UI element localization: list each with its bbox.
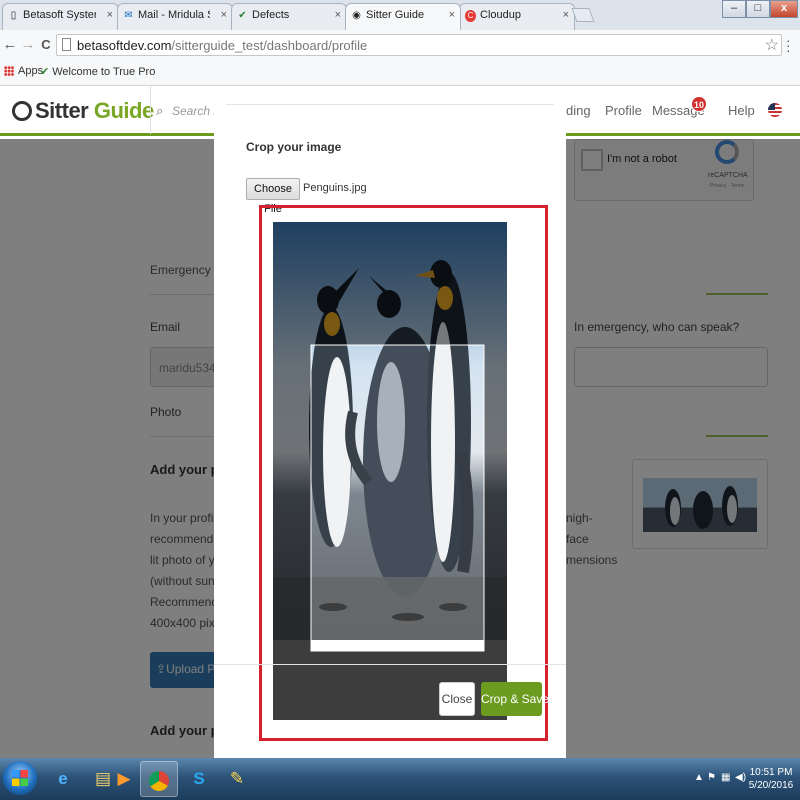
tab-label: Sitter Guide	[366, 9, 425, 21]
tab-close-icon[interactable]: ×	[449, 9, 455, 21]
cloudup-icon: C	[465, 10, 476, 22]
windows-logo-icon	[12, 770, 28, 786]
modal-footer-divider	[214, 664, 566, 665]
bookmarks-bar: Apps ✔ Welcome to True Pro	[0, 60, 800, 86]
checkmark-icon: ✔	[238, 10, 247, 21]
bookmark-apps[interactable]: Apps	[4, 65, 43, 77]
site-logo[interactable]: Sitter Guide	[12, 98, 154, 124]
logo-icon	[12, 101, 32, 121]
bookmark-label: Welcome to True Pro	[52, 66, 156, 78]
tab-close-icon[interactable]: ×	[335, 9, 341, 21]
nav-item-help[interactable]: Help	[728, 103, 755, 118]
clock-date: 5/20/2016	[748, 780, 794, 791]
minimize-button[interactable]: –	[722, 0, 746, 18]
new-tab-button[interactable]	[571, 8, 595, 22]
tab-label: Betasoft Systems - HRMS	[23, 9, 96, 21]
apps-grid-icon	[4, 66, 14, 77]
url-path: /sitterguide_test/dashboard/profile	[171, 38, 368, 53]
chrome-icon[interactable]	[140, 761, 178, 797]
crop-selection-box[interactable]	[310, 344, 485, 652]
start-button[interactable]	[3, 761, 37, 795]
url-text: betasoftdev.com/sitterguide_test/dashboa…	[77, 38, 367, 53]
chrome-menu-icon[interactable]: · · ·	[786, 33, 796, 57]
crop-title: Crop your image	[246, 140, 342, 154]
paint-icon[interactable]: ✎	[218, 761, 256, 797]
url-host: betasoftdev.com	[77, 38, 172, 53]
windows-taskbar: e ▤ ▶ S ✎ ▲ ⚑ ▦ ◀) 10:51 PM 5/20/2016	[0, 758, 800, 800]
crop-selection-edge[interactable]	[311, 640, 484, 651]
selected-file-name: Penguins.jpg	[303, 182, 367, 194]
header-divider	[150, 86, 151, 134]
us-flag-icon[interactable]	[768, 103, 782, 117]
crop-image-modal: Crop your image Choose File Penguins.jpg	[214, 86, 566, 758]
page-icon	[62, 38, 71, 51]
sitterguide-icon: ◉	[352, 10, 361, 21]
network-icon[interactable]: ▦	[721, 772, 730, 783]
forward-button[interactable]: →	[20, 36, 36, 54]
back-button[interactable]: ←	[2, 36, 18, 54]
flag-tray-icon[interactable]: ⚑	[707, 772, 716, 783]
bookmark-star-icon[interactable]: ☆	[765, 35, 779, 55]
taskbar-clock[interactable]: 10:51 PM 5/20/2016	[748, 766, 794, 792]
nav-item-profile[interactable]: Profile	[605, 103, 642, 118]
clock-time: 10:51 PM	[749, 767, 793, 778]
logo-text-guide: Guide	[93, 98, 154, 123]
skype-icon[interactable]: S	[180, 761, 218, 797]
screen: ▯ Betasoft Systems - HRMS × ✉ Mail - Mri…	[0, 0, 800, 800]
media-player-icon[interactable]: ▶	[105, 761, 143, 797]
choose-file-button[interactable]: Choose File	[246, 178, 300, 215]
close-window-button[interactable]: x	[770, 0, 798, 18]
internet-explorer-icon[interactable]: e	[44, 761, 82, 797]
tab-close-icon[interactable]: ×	[563, 9, 569, 21]
maximize-button[interactable]: □	[746, 0, 770, 18]
document-icon: ▯	[10, 10, 17, 21]
close-button[interactable]: Close	[439, 682, 475, 716]
crop-and-save-button[interactable]: Crop & Save	[481, 682, 549, 716]
nav-item-bookings[interactable]: ding	[566, 103, 591, 118]
browser-toolbar: ← → C betasoftdev.com/sitterguide_test/d…	[0, 30, 800, 60]
message-count-badge: 10	[691, 96, 707, 112]
tab-close-icon[interactable]: ×	[221, 9, 227, 21]
search-icon: ⌕	[156, 103, 164, 118]
reload-button[interactable]: C	[38, 36, 54, 54]
outlook-mail-icon: ✉	[124, 10, 133, 21]
tab-mail[interactable]: ✉ Mail - Mridula Sharma - C ×	[117, 3, 233, 30]
tab-label: Cloudup	[480, 9, 521, 21]
tab-betasoft-hrms[interactable]: ▯ Betasoft Systems - HRMS ×	[2, 3, 119, 30]
tab-defects[interactable]: ✔ Defects ×	[231, 3, 347, 30]
bookmark-true-pro[interactable]: ✔ Welcome to True Pro	[40, 65, 155, 78]
checkmark-icon: ✔	[40, 66, 50, 78]
tab-cloudup[interactable]: C Cloudup ×	[459, 3, 575, 30]
address-bar[interactable]: betasoftdev.com/sitterguide_test/dashboa…	[56, 34, 782, 56]
show-hidden-icons[interactable]: ▲	[694, 772, 704, 783]
logo-text-sitter: Sitter	[35, 98, 89, 123]
penguins-image	[273, 222, 507, 720]
tab-label: Mail - Mridula Sharma - C	[138, 9, 210, 21]
tab-label: Defects	[252, 9, 290, 21]
browser-tab-strip: ▯ Betasoft Systems - HRMS × ✉ Mail - Mri…	[0, 0, 800, 30]
volume-icon[interactable]: ◀)	[735, 772, 746, 783]
tab-sitter-guide[interactable]: ◉ Sitter Guide ×	[345, 3, 461, 30]
modal-header-divider	[226, 104, 554, 105]
tab-close-icon[interactable]: ×	[107, 9, 113, 21]
crop-canvas[interactable]	[273, 222, 507, 720]
